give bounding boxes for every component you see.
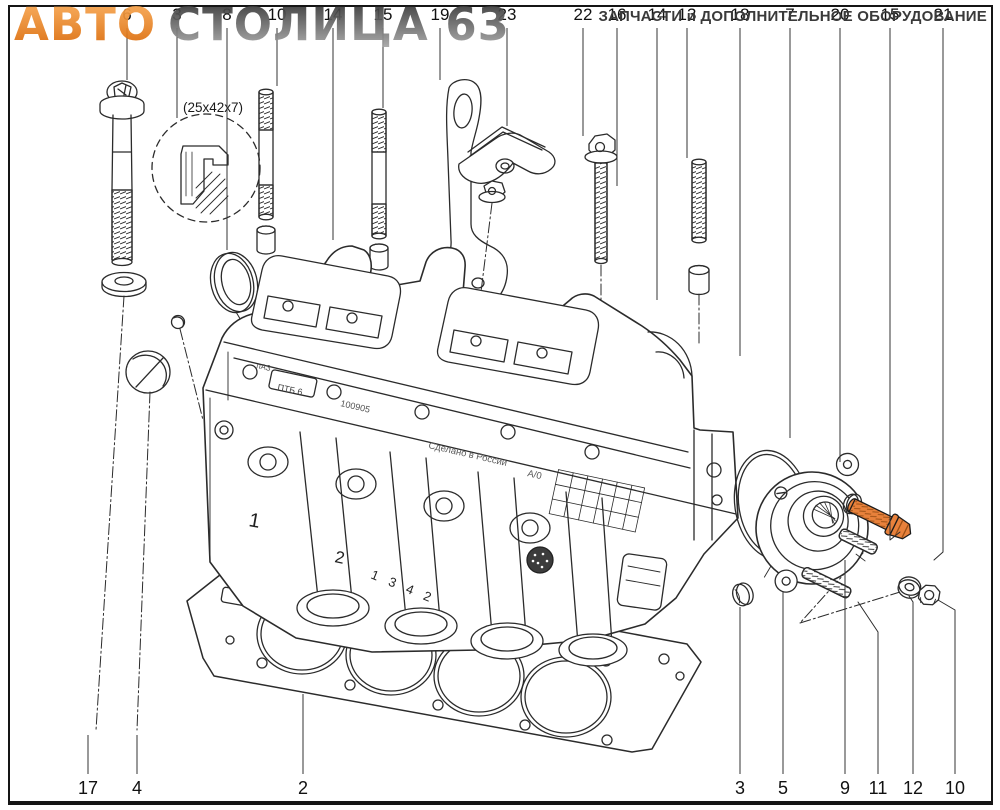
watermark-brand-gray: СТОЛИЦА 63 <box>168 0 510 51</box>
callout-lines <box>0 0 1000 810</box>
watermark: АВТОСТОЛИЦА 63 <box>14 0 510 51</box>
parts-diagram-page: пАЗ ПТБ 6 100905 Сделано в России А/0 1 … <box>0 0 1000 810</box>
watermark-brand-orange: АВТО <box>14 0 156 51</box>
page-title: ЗАПЧАСТИ и ДОПОЛНИТЕЛЬНОЕ ОБОРУДОВАНИЕ <box>599 8 987 25</box>
